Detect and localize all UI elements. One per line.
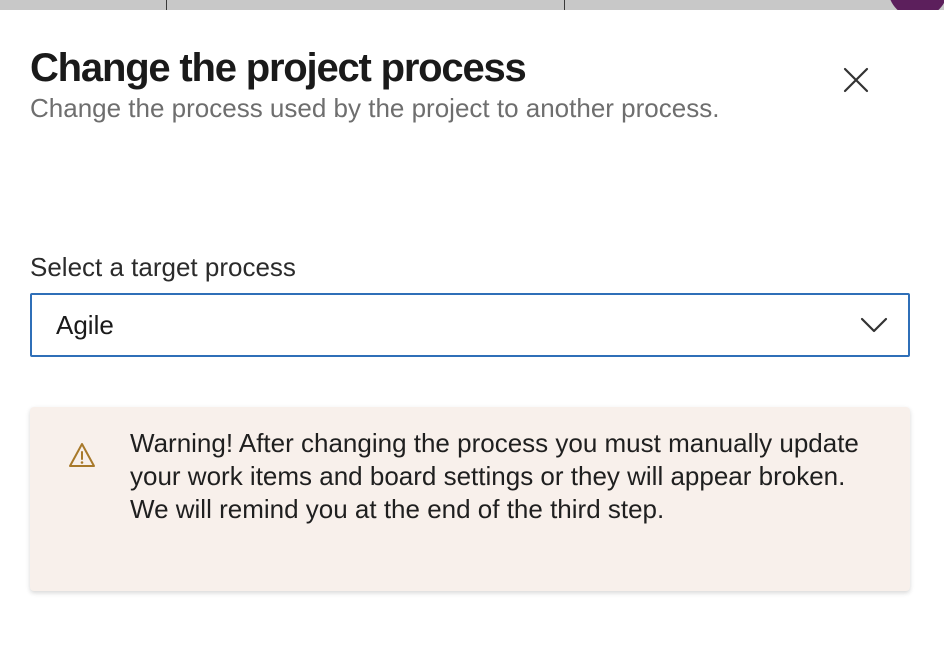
background-column-divider [166,0,167,10]
dialog-title: Change the project process [30,46,527,90]
background-column-divider [564,0,565,10]
selected-process-value: Agile [56,310,114,340]
close-button[interactable] [836,60,876,100]
warning-icon [69,443,95,467]
warning-text: Warning! After changing the process you … [130,428,859,524]
warning-message-bar: Warning! After changing the process you … [30,407,910,591]
target-process-label: Select a target process [30,252,296,282]
target-process-dropdown[interactable]: Agile [30,293,910,357]
dialog-subtitle: Change the process used by the project t… [30,93,720,123]
close-icon [843,67,869,93]
change-process-dialog: Change the project process Change the pr… [0,10,944,662]
background-page-strip [0,0,944,10]
chevron-down-icon [860,317,888,333]
